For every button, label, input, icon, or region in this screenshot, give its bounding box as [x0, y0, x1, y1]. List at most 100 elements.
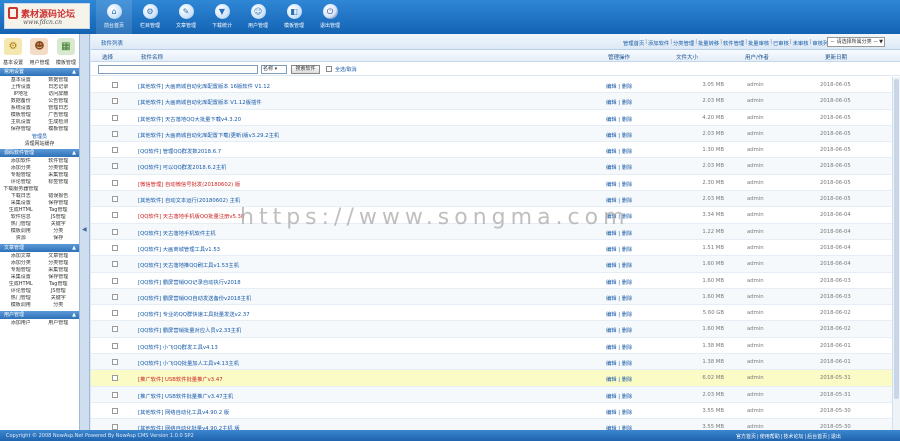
- sidebar-sublink[interactable]: 管理员: [0, 134, 79, 141]
- scrollbar-thumb[interactable]: [894, 79, 899, 399]
- row-checkbox[interactable]: [112, 342, 118, 349]
- row-title-link[interactable]: [QQ软件] 大画商城管理工具v1.53: [138, 245, 220, 253]
- row-ops-links[interactable]: 编辑 | 删除: [606, 131, 632, 139]
- topnav-item[interactable]: ▼ 下载统计: [204, 0, 240, 34]
- row-checkbox[interactable]: [112, 310, 118, 317]
- sidebar-link[interactable]: 采集管理: [40, 172, 78, 179]
- sidebar-link[interactable]: 模板调用: [2, 228, 40, 235]
- collapse-arrow-icon[interactable]: ◀: [82, 226, 87, 233]
- collapse-icon[interactable]: ▲: [72, 149, 76, 157]
- sidebar-section-header[interactable]: 源码软件管理 ▲: [0, 149, 79, 157]
- action-link[interactable]: 批量审核: [748, 39, 769, 47]
- sidebar-section-header[interactable]: 用户管理 ▲: [0, 311, 79, 319]
- row-checkbox[interactable]: [112, 375, 118, 382]
- row-ops-links[interactable]: 编辑 | 删除: [606, 310, 632, 318]
- row-title-link[interactable]: [微信管理] 自动微信号批发(20180602) 版: [138, 180, 240, 188]
- row-checkbox[interactable]: [112, 82, 118, 88]
- row-ops-links[interactable]: 编辑 | 删除: [606, 392, 632, 400]
- sidebar-link[interactable]: 下载服务器管理: [2, 186, 40, 193]
- row-ops-links[interactable]: 编辑 | 删除: [606, 359, 632, 367]
- row-checkbox[interactable]: [112, 130, 118, 137]
- row-title-link[interactable]: [其他软件] 大画商城自动化库配置版本 V1.12版插件: [138, 98, 262, 106]
- sidebar-link[interactable]: 系统设置: [2, 105, 40, 112]
- row-ops-links[interactable]: 编辑 | 删除: [606, 294, 632, 302]
- row-ops-links[interactable]: 编辑 | 删除: [606, 163, 632, 171]
- sidebar-link[interactable]: 保存: [40, 235, 78, 242]
- sidebar-link[interactable]: 模板调用: [2, 302, 40, 309]
- sidebar-link[interactable]: 生成HTML: [2, 281, 40, 288]
- row-ops-links[interactable]: 编辑 | 删除: [606, 147, 632, 155]
- row-ops-links[interactable]: 编辑 | 删除: [606, 261, 632, 269]
- row-checkbox[interactable]: [112, 179, 118, 186]
- row-checkbox[interactable]: [112, 359, 118, 366]
- footer-link[interactable]: 使用帮助: [760, 434, 780, 440]
- row-title-link[interactable]: [QQ软件] 小飞QQ批量加人工具v4.13主机: [138, 359, 239, 367]
- row-ops-links[interactable]: 编辑 | 删除: [606, 115, 632, 123]
- footer-link[interactable]: 后台首页: [807, 434, 827, 440]
- row-checkbox[interactable]: [112, 228, 118, 235]
- row-title-link[interactable]: [QQ软件] 小飞QQ群发工具v4.13: [138, 343, 218, 351]
- action-link[interactable]: 软件管理: [723, 39, 744, 47]
- sidebar-link[interactable]: 下载日志: [2, 193, 40, 200]
- sidebar-link[interactable]: 热门管理: [2, 295, 40, 302]
- row-title-link[interactable]: [QQ软件] 天古落地推QQ刷工具v1.53主机: [138, 261, 239, 269]
- collapse-icon[interactable]: ▲: [72, 244, 76, 252]
- row-title-link[interactable]: [其他软件] 网络自动化工具v4.90.2 版: [138, 408, 229, 416]
- row-title-link[interactable]: [QQ软件] 管理QQ群发数2018.6.7: [138, 147, 221, 155]
- sidebar-link[interactable]: 分类管理: [40, 165, 78, 172]
- action-link[interactable]: 批量转移: [698, 39, 719, 47]
- sidebar-link[interactable]: 保存管理: [2, 126, 40, 133]
- row-title-link[interactable]: [QQ软件] 天古落地手机版QQ批量注册v5.38: [138, 212, 244, 220]
- row-ops-links[interactable]: 编辑 | 删除: [606, 343, 632, 351]
- row-checkbox[interactable]: [112, 212, 118, 219]
- topnav-item[interactable]: ⚙ 栏目管理: [132, 0, 168, 34]
- sidebar-link[interactable]: 分类: [40, 228, 78, 235]
- sidebar-link[interactable]: 采集设置: [2, 274, 40, 281]
- sidebar-link[interactable]: 基本设置: [2, 77, 40, 84]
- search-input[interactable]: [98, 65, 258, 74]
- topnav-item[interactable]: ⏻ 退出管理: [312, 0, 348, 34]
- sidebar-link[interactable]: 关键字: [40, 221, 78, 228]
- sidebar-link[interactable]: 访问屏蔽: [40, 91, 78, 98]
- sidebar-link[interactable]: 软件管理: [40, 158, 78, 165]
- sidebar-link[interactable]: 添加分类: [2, 260, 40, 267]
- sidebar-link[interactable]: 添加文章: [2, 253, 40, 260]
- topnav-item[interactable]: ☺ 用户管理: [240, 0, 276, 34]
- sidebar-link[interactable]: 广告管理: [40, 112, 78, 119]
- sidebar-link[interactable]: 采集设置: [2, 200, 40, 207]
- sidebar-link[interactable]: 专题管理: [2, 267, 40, 274]
- sidebar-link[interactable]: 数据管理: [40, 77, 78, 84]
- topnav-item[interactable]: ✎ 文章管理: [168, 0, 204, 34]
- category-select[interactable]: － 请选择所属分类 － ▼: [827, 37, 885, 47]
- sidebar-link[interactable]: 模板管理: [2, 112, 40, 119]
- action-link[interactable]: 管理首页: [623, 39, 644, 47]
- sidebar-link[interactable]: Tag管理: [40, 281, 78, 288]
- row-title-link[interactable]: [推广软件] USB软件批量推广v3.47: [138, 375, 223, 383]
- sidebar-link[interactable]: 管理日志: [40, 105, 78, 112]
- scrollbar[interactable]: [892, 77, 900, 430]
- settings-shortcut-icon[interactable]: ⚙: [4, 38, 23, 55]
- sidebar-link[interactable]: 软件信息: [2, 214, 40, 221]
- row-ops-links[interactable]: 编辑 | 删除: [606, 98, 632, 106]
- row-title-link[interactable]: [推广软件] USB软件批量推广v3.47主机: [138, 392, 233, 400]
- sidebar-link[interactable]: 资源: [2, 235, 40, 242]
- sidebar-link[interactable]: 添加软件: [2, 158, 40, 165]
- sidebar-link[interactable]: 分类管理: [40, 260, 78, 267]
- footer-link[interactable]: 技术论坛: [783, 434, 803, 440]
- sidebar-tab[interactable]: 模板管理: [56, 59, 76, 67]
- search-field-select[interactable]: 名称 ▾: [261, 65, 287, 74]
- select-all-checkbox[interactable]: [326, 66, 332, 72]
- sidebar-link[interactable]: 保存管理: [40, 274, 78, 281]
- footer-link[interactable]: 官方首页: [736, 434, 756, 440]
- sidebar-toggle[interactable]: ◀: [80, 34, 90, 430]
- row-ops-links[interactable]: 编辑 | 删除: [606, 408, 632, 416]
- template-shortcut-icon[interactable]: ▦: [56, 38, 75, 55]
- sidebar-link[interactable]: 分类: [40, 302, 78, 309]
- sidebar-link[interactable]: JS管理: [40, 288, 78, 295]
- user-shortcut-icon[interactable]: ☻: [30, 38, 49, 55]
- sidebar-link[interactable]: 专题管理: [2, 172, 40, 179]
- action-link[interactable]: 添加软件: [648, 39, 669, 47]
- sidebar-link[interactable]: 公告管理: [40, 98, 78, 105]
- sidebar-link[interactable]: 标签管理: [40, 179, 78, 186]
- collapse-icon[interactable]: ▲: [72, 68, 76, 76]
